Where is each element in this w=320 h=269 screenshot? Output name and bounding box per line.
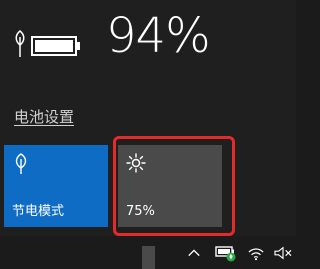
battery-percent: 94% (106, 8, 211, 64)
wifi-icon[interactable] (246, 244, 266, 262)
battery-flyout: 94% 电池设置 节电模式 75% (0, 0, 296, 236)
battery-saver-tile[interactable]: 节电模式 (4, 145, 108, 227)
speaker-muted-icon[interactable] (272, 244, 294, 262)
brightness-icon (126, 153, 146, 173)
taskbar (0, 236, 296, 269)
battery-icon (15, 30, 80, 57)
brightness-value: 75% (126, 204, 155, 219)
battery-saver-tray-icon[interactable] (214, 244, 238, 262)
taskbar-app-stub[interactable] (142, 246, 155, 269)
battery-settings-link[interactable]: 电池设置 (14, 106, 74, 127)
brightness-tile[interactable]: 75% (118, 145, 222, 227)
battery-saver-label: 节电模式 (12, 204, 65, 219)
chevron-up-icon[interactable] (186, 244, 202, 262)
leaf-icon (15, 153, 27, 174)
